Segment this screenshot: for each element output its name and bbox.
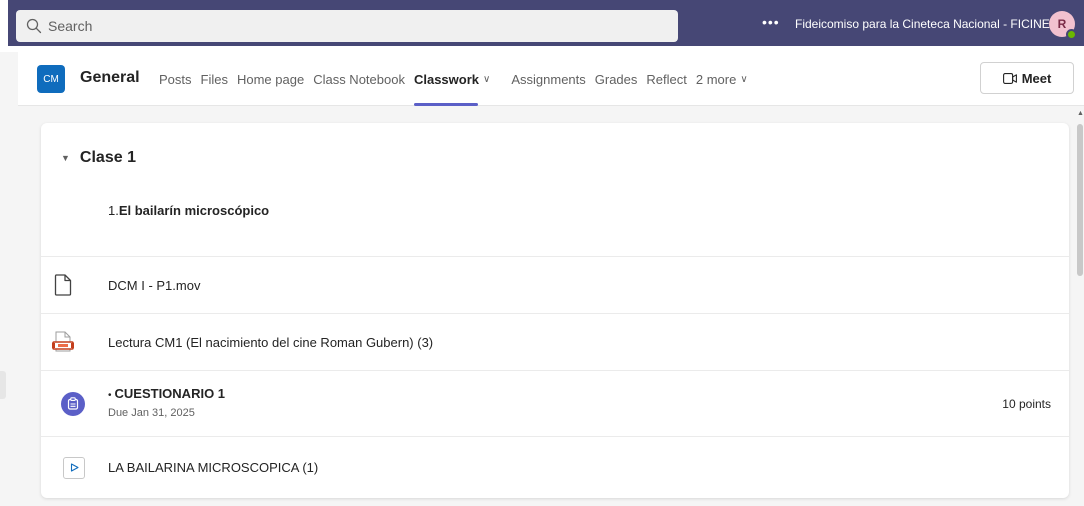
item-label: Lectura CM1 (El nacimiento del cine Roma… [108,334,434,350]
assignment-title-text: CUESTIONARIO 1 [114,386,226,401]
status-dot: • [108,390,112,401]
presentation-icon [51,330,75,354]
tab-label: Assignments [511,71,586,87]
tab-reflect[interactable]: Reflect [646,52,686,106]
meet-button[interactable]: Meet [980,62,1074,94]
description-prefix: 1. [108,203,119,218]
assignment-title[interactable]: • CUESTIONARIO 1 [108,386,225,401]
search-box[interactable] [16,10,678,42]
module-header[interactable]: ▼ Clase 1 [61,149,136,167]
video-camera-icon [1002,72,1017,84]
scrollbar-thumb[interactable] [1077,124,1083,276]
tab-label: 2 more [695,71,737,87]
tab-assignments[interactable]: Assignments [511,52,585,106]
item-label: LA BAILARINA MICROSCOPICA (1) [108,460,319,475]
item-label: DCM I - P1.mov [108,277,201,293]
assignment-icon [61,391,85,416]
tab-files[interactable]: Files [201,52,228,106]
scroll-up-icon[interactable]: ▲ [1077,110,1084,118]
tab-label: Files [200,71,228,87]
more-options-icon[interactable]: ••• [762,14,780,30]
tab-label: Posts [159,71,192,87]
assignment-due-date: Due Jan 31, 2025 [108,407,195,419]
tab-label: Grades [594,71,638,87]
presence-available-icon [1066,29,1077,40]
assignment-points: 10 points [1002,397,1051,411]
file-icon [51,273,75,297]
tab-classwork[interactable]: Classwork ∨ [413,52,491,106]
channel-tabs: Posts Files Home page Class Notebook Cla… [159,52,757,106]
tab-label: Classwork [413,71,480,87]
tab-posts[interactable]: Posts [159,52,192,106]
team-avatar[interactable]: CM [37,65,65,93]
module-title: Clase 1 [79,149,136,166]
org-name[interactable]: Fideicomiso para la Cineteca Nacional - … [795,17,1050,31]
side-panel-handle[interactable] [0,371,6,399]
classwork-module-card: ▼ Clase 1 1.El bailarín microscópico DCM… [41,123,1069,498]
tab-more[interactable]: 2 more ∨ [696,52,748,106]
top-bar: ••• Fideicomiso para la Cineteca Naciona… [0,0,1084,52]
list-item[interactable]: LA BAILARINA MICROSCOPICA (1) [41,436,1069,498]
channel-title: General [80,69,140,86]
tab-class-notebook[interactable]: Class Notebook [313,52,405,106]
search-icon [26,18,42,34]
tab-label: Reflect [646,71,687,87]
chevron-down-icon: ∨ [483,73,491,85]
search-input[interactable] [48,18,648,34]
video-play-icon [63,456,85,479]
list-item[interactable]: Lectura CM1 (El nacimiento del cine Roma… [41,313,1069,370]
list-item[interactable]: • CUESTIONARIO 1 Due Jan 31, 2025 10 poin… [41,370,1069,436]
description-bold-text: El bailarín microscópico [118,203,270,218]
list-item[interactable]: DCM I - P1.mov [41,256,1069,313]
tab-label: Home page [236,71,305,87]
meet-label: Meet [1021,70,1052,86]
chevron-down-icon: ∨ [740,73,748,85]
collapse-caret-icon[interactable]: ▼ [61,153,70,163]
channel-header: CM General Posts Files Home page Class N… [18,52,1084,106]
tab-grades[interactable]: Grades [595,52,638,106]
module-description: 1.El bailarín microscópico [108,203,269,218]
tab-home-page[interactable]: Home page [237,52,304,106]
tab-label: Class Notebook [313,71,405,87]
